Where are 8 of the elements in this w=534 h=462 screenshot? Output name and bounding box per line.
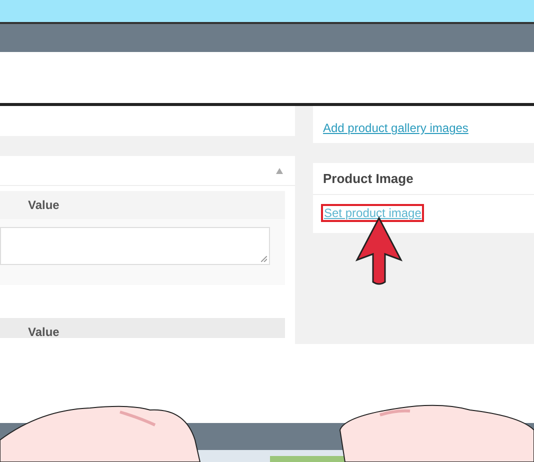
collapse-icon[interactable] — [276, 168, 283, 174]
column-header: Value — [28, 197, 60, 214]
set-image-link[interactable]: Set product image — [321, 204, 424, 222]
text-area[interactable] — [0, 227, 270, 265]
box-title: Product Image — [323, 170, 414, 188]
column-header: Value — [28, 326, 60, 338]
resize-grip-icon — [261, 256, 267, 262]
gallery-link[interactable]: Add product gallery images — [323, 121, 468, 135]
